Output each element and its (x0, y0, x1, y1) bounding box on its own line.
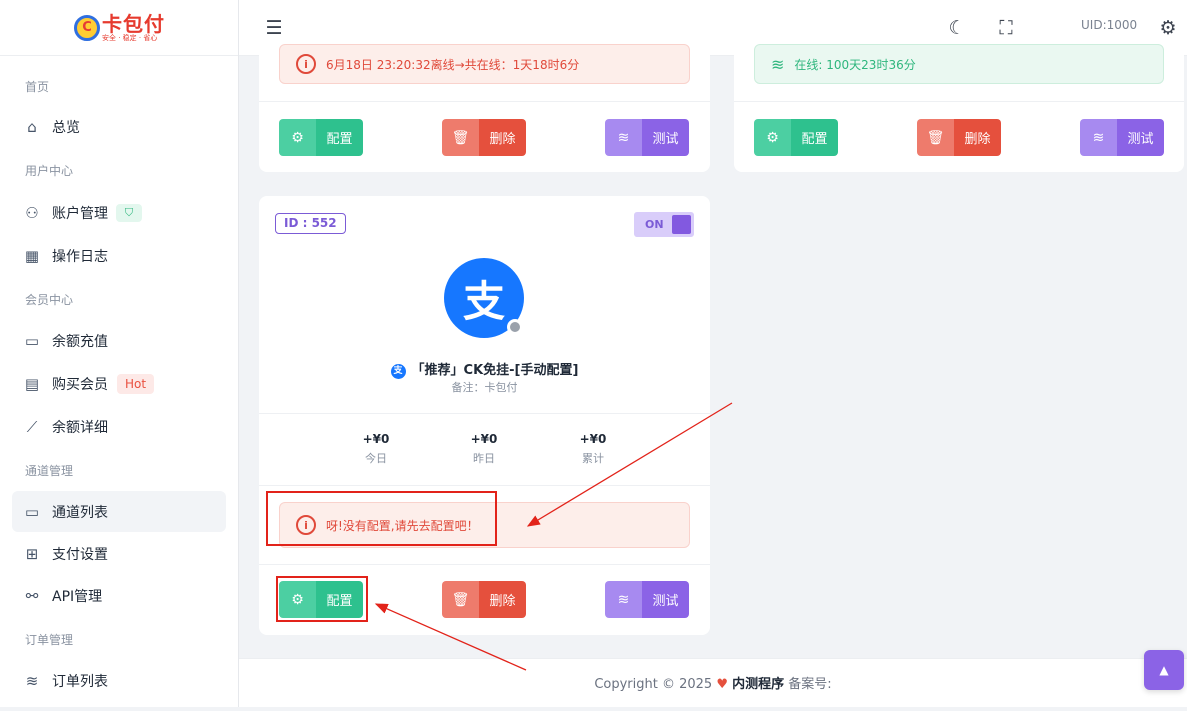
annotation-arrows (374, 402, 733, 671)
